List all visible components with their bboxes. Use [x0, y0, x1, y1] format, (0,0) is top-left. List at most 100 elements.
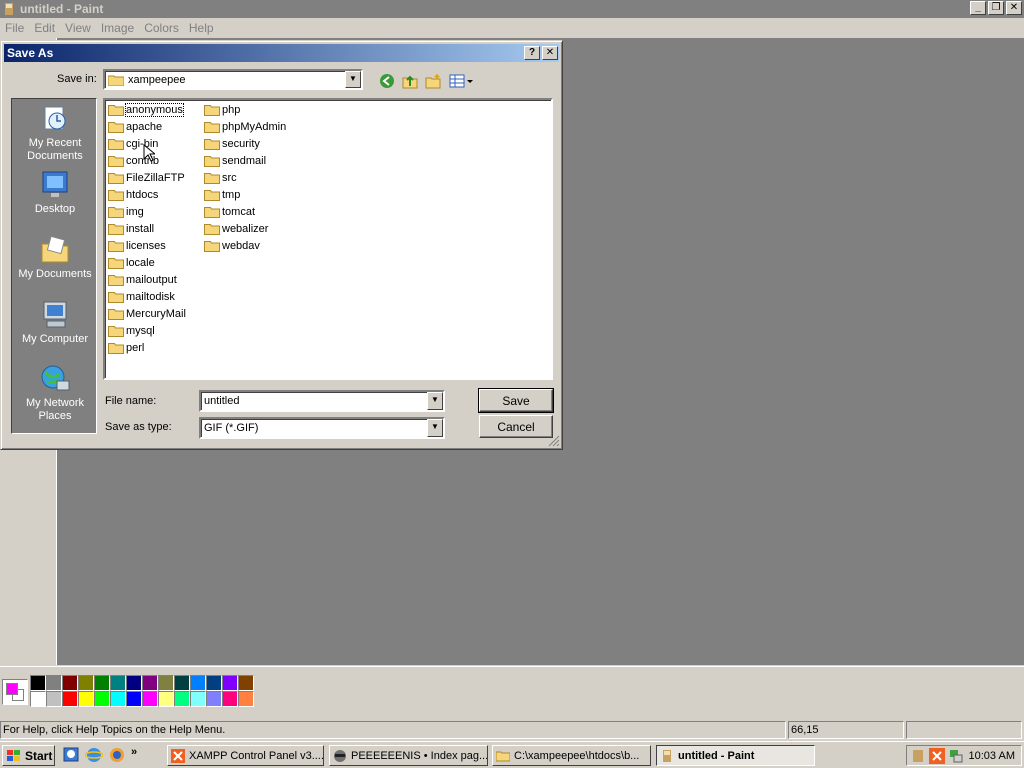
folder-item[interactable]: sendmail	[204, 153, 266, 169]
place-network-places[interactable]: My Network Places	[12, 363, 98, 423]
task-xampp-control-panel[interactable]: XAMPP Control Panel v3....	[167, 745, 324, 766]
color-swatch[interactable]	[158, 675, 174, 691]
restore-button[interactable]: ❐	[988, 1, 1004, 15]
color-swatch[interactable]	[222, 691, 238, 707]
color-swatch[interactable]	[222, 675, 238, 691]
folder-item[interactable]: FileZillaFTP	[108, 170, 185, 186]
folder-item[interactable]: licenses	[108, 238, 166, 254]
color-swatch[interactable]	[30, 691, 46, 707]
menu-view[interactable]: View	[60, 21, 96, 35]
chevron-right-icon[interactable]: »	[131, 746, 141, 764]
folder-item[interactable]: php	[204, 102, 240, 118]
color-swatch[interactable]	[238, 675, 254, 691]
folder-item[interactable]: phpMyAdmin	[204, 119, 286, 135]
menu-image[interactable]: Image	[96, 21, 139, 35]
color-swatch[interactable]	[126, 675, 142, 691]
folder-item[interactable]: perl	[108, 340, 144, 356]
status-help-text: For Help, click Help Topics on the Help …	[0, 721, 786, 739]
folder-item[interactable]: locale	[108, 255, 155, 271]
place-my-computer[interactable]: My Computer	[12, 299, 98, 346]
color-swatch[interactable]	[206, 691, 222, 707]
folder-item[interactable]: img	[108, 204, 144, 220]
place-desktop[interactable]: Desktop	[12, 169, 98, 216]
task-paint[interactable]: untitled - Paint	[656, 745, 815, 766]
place-recent-documents[interactable]: My Recent Documents	[12, 103, 98, 163]
chevron-down-icon[interactable]: ▼	[427, 392, 443, 410]
folder-icon	[108, 343, 124, 354]
color-swatch[interactable]	[46, 691, 62, 707]
color-swatch[interactable]	[78, 675, 94, 691]
color-swatch[interactable]	[78, 691, 94, 707]
folder-item[interactable]: anonymous	[108, 102, 184, 118]
cancel-button[interactable]: Cancel	[479, 415, 553, 438]
color-swatch[interactable]	[174, 691, 190, 707]
color-swatch[interactable]	[190, 675, 206, 691]
task-explorer-folder[interactable]: C:\xampeepee\htdocs\b...	[492, 745, 651, 766]
color-swatch[interactable]	[46, 675, 62, 691]
file-list[interactable]: anonymous apache cgi-bin contrib FileZillaFT…	[103, 98, 553, 380]
color-swatch[interactable]	[142, 675, 158, 691]
color-swatch[interactable]	[126, 691, 142, 707]
color-swatch[interactable]	[62, 675, 78, 691]
dialog-close-button[interactable]: ✕	[542, 46, 558, 60]
color-swatch[interactable]	[206, 675, 222, 691]
minimize-button[interactable]: _	[970, 1, 986, 15]
up-one-level-button[interactable]	[400, 71, 420, 91]
save-in-dropdown[interactable]: xampeepee ▼	[103, 69, 363, 90]
back-button[interactable]	[377, 71, 397, 91]
folder-item[interactable]: tmp	[204, 187, 240, 203]
color-swatch[interactable]	[110, 691, 126, 707]
color-swatch[interactable]	[174, 675, 190, 691]
close-button[interactable]: ✕	[1006, 1, 1022, 15]
color-swatch[interactable]	[30, 675, 46, 691]
folder-item[interactable]: mysql	[108, 323, 155, 339]
current-colors[interactable]	[2, 679, 28, 705]
dialog-help-button[interactable]: ?	[524, 46, 540, 60]
folder-item[interactable]: MercuryMail	[108, 306, 186, 322]
folder-item[interactable]: apache	[108, 119, 162, 135]
status-bar: For Help, click Help Topics on the Help …	[0, 720, 1024, 740]
menu-edit[interactable]: Edit	[29, 21, 60, 35]
new-folder-button[interactable]	[423, 71, 443, 91]
color-swatch[interactable]	[110, 675, 126, 691]
color-swatch[interactable]	[94, 691, 110, 707]
view-menu-button[interactable]	[448, 71, 474, 91]
network-tray-icon[interactable]	[948, 748, 964, 764]
folder-item[interactable]: mailoutput	[108, 272, 177, 288]
chevron-down-icon[interactable]: ▼	[345, 71, 361, 88]
menu-help[interactable]: Help	[184, 21, 219, 35]
place-my-documents[interactable]: My Documents	[12, 234, 98, 281]
folder-item[interactable]: htdocs	[108, 187, 158, 203]
folder-item[interactable]: webalizer	[204, 221, 268, 237]
start-button[interactable]: Start	[2, 745, 55, 766]
color-swatch[interactable]	[142, 691, 158, 707]
show-desktop-icon[interactable]	[62, 746, 80, 764]
chevron-down-icon[interactable]: ▼	[427, 419, 443, 437]
tray-app-icon[interactable]	[910, 748, 926, 764]
color-swatch[interactable]	[62, 691, 78, 707]
foreground-color-swatch	[6, 683, 18, 695]
clock[interactable]: 10:03 AM	[969, 750, 1015, 762]
color-swatch[interactable]	[158, 691, 174, 707]
firefox-icon[interactable]	[108, 746, 126, 764]
resize-grip-icon[interactable]	[548, 435, 560, 447]
color-swatch[interactable]	[238, 691, 254, 707]
file-name-field[interactable]: untitled ▼	[199, 390, 445, 412]
save-button[interactable]: Save	[478, 388, 554, 413]
folder-item[interactable]: src	[204, 170, 237, 186]
folder-item[interactable]: webdav	[204, 238, 260, 254]
xampp-tray-icon[interactable]	[929, 747, 945, 764]
folder-item[interactable]: tomcat	[204, 204, 255, 220]
folder-icon	[108, 190, 124, 201]
menu-file[interactable]: File	[0, 21, 29, 35]
folder-item[interactable]: mailtodisk	[108, 289, 175, 305]
color-swatch[interactable]	[94, 675, 110, 691]
save-as-type-dropdown[interactable]: GIF (*.GIF) ▼	[199, 417, 445, 439]
menu-colors[interactable]: Colors	[139, 21, 184, 35]
folder-item[interactable]: security	[204, 136, 260, 152]
internet-explorer-icon[interactable]	[84, 746, 104, 764]
color-swatch[interactable]	[190, 691, 206, 707]
folder-name: sendmail	[222, 155, 267, 167]
task-browser[interactable]: PEEEEEENIS • Index pag...	[329, 745, 488, 766]
folder-item[interactable]: install	[108, 221, 154, 237]
